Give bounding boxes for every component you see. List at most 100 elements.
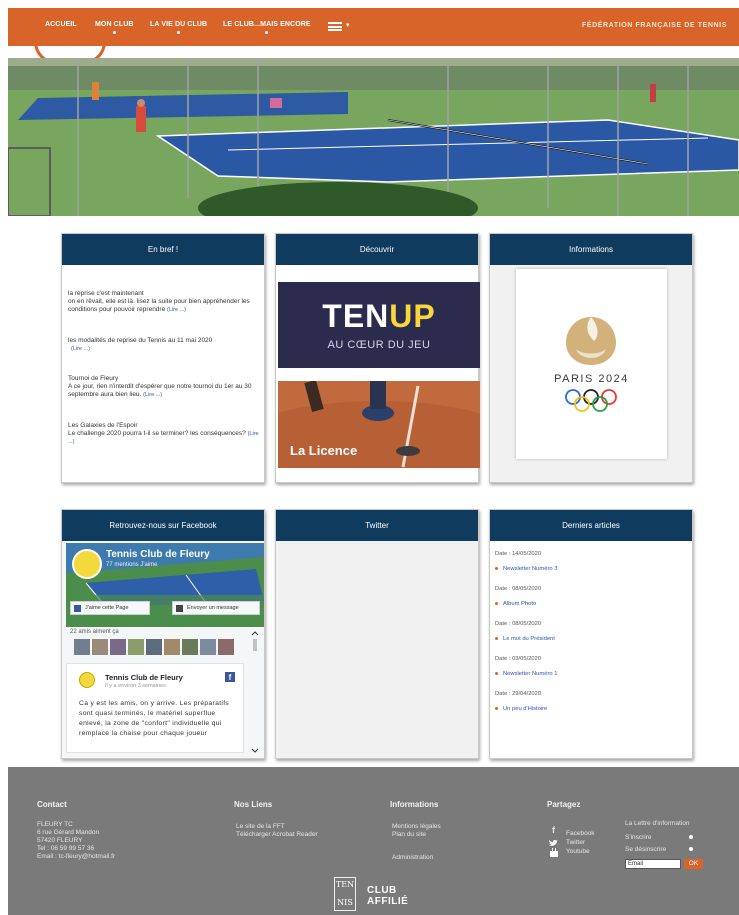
article-link[interactable]: Newsletter Numéro 1 xyxy=(495,671,557,677)
footer-link-fft[interactable]: Le site de la FFT xyxy=(236,823,285,831)
facebook-page-name[interactable]: Tennis Club de Fleury xyxy=(106,549,210,560)
youtube-icon[interactable] xyxy=(550,848,558,857)
nav-vie-du-club[interactable]: LA VIE DU CLUB xyxy=(150,21,207,34)
facebook-like-button[interactable]: J'aime cette Page xyxy=(70,601,150,615)
facebook-like-label: J'aime cette Page xyxy=(85,605,129,611)
club-affilie-line1: CLUB xyxy=(367,885,397,896)
facebook-message-button[interactable]: Envoyer un message xyxy=(172,601,260,615)
tenup-tagline: AU CŒUR DU JEU xyxy=(327,339,431,351)
newsletter-unsubscribe-radio[interactable] xyxy=(689,847,693,851)
footer-contact-email[interactable]: Email : tc-fleury@hotmail.fr xyxy=(37,853,115,861)
article-link[interactable]: Album Photo xyxy=(495,601,536,607)
federation-link[interactable]: FÉDÉRATION FRANÇAISE DE TENNIS xyxy=(582,22,727,29)
facebook-post-text: Ca y est les amis, on y arrive. Les prép… xyxy=(79,700,230,737)
article-link[interactable]: Un peu d'Histoire xyxy=(495,706,547,712)
nav-club-mais-encore-label: LE CLUB...MAIS ENCORE xyxy=(223,21,311,28)
footer-informations-heading: Informations xyxy=(390,800,439,809)
newsletter-ok-button[interactable]: OK xyxy=(684,859,703,869)
nav-mon-club[interactable]: MON CLUB xyxy=(95,21,134,34)
newsletter-unsubscribe-label: Se désinscrire xyxy=(625,846,667,853)
facebook-post-author[interactable]: Tennis Club de Fleury xyxy=(105,673,183,682)
footer-liens-heading: Nos Liens xyxy=(234,800,273,809)
read-more-link[interactable]: (Lire ...) xyxy=(68,346,90,352)
nav-club-mais-encore[interactable]: LE CLUB...MAIS ENCORE xyxy=(223,21,311,34)
newsletter-subscribe-radio[interactable] xyxy=(689,835,693,839)
footer-contact-line: FLEURY TC xyxy=(37,821,73,828)
friend-avatar[interactable] xyxy=(218,639,234,655)
article-link[interactable]: Le mot du Président xyxy=(495,636,555,642)
chevron-down-icon xyxy=(265,31,269,34)
newsletter-email-input[interactable]: Email xyxy=(625,859,681,869)
share-facebook-link[interactable]: Facebook xyxy=(566,830,595,838)
friend-avatar[interactable] xyxy=(200,639,216,655)
friend-avatar[interactable] xyxy=(164,639,180,655)
menu-icon[interactable] xyxy=(328,22,342,31)
article-link[interactable]: Newsletter Numéro 3 xyxy=(495,566,557,572)
panel-decouvrir-title: Découvrir xyxy=(276,234,478,265)
bullet-icon xyxy=(495,671,498,675)
top-nav: ACCUEIL MON CLUB LA VIE DU CLUB LE CLUB.… xyxy=(8,8,739,64)
facebook-friends-count: 22 amis aiment ça xyxy=(70,629,119,635)
article-date: Date : 03/05/2020 xyxy=(495,656,542,662)
panel-informations: Informations PARIS 2024 xyxy=(489,233,693,483)
friend-avatar[interactable] xyxy=(128,639,144,655)
club-logo-bottom: NIS xyxy=(337,898,353,907)
friend-avatar[interactable] xyxy=(92,639,108,655)
licence-banner[interactable]: La Licence xyxy=(278,381,480,468)
facebook-icon[interactable]: f xyxy=(552,826,555,835)
read-more-link[interactable]: (Lire ...) xyxy=(143,392,162,398)
footer-link-acrobat[interactable]: Télécharger Acrobat Reader xyxy=(236,831,318,839)
menu-chevron-icon[interactable]: ▾ xyxy=(346,21,350,29)
article-title: Le mot du Président xyxy=(503,636,555,642)
friend-avatar[interactable] xyxy=(110,639,126,655)
nav-mon-club-label: MON CLUB xyxy=(95,21,134,28)
bullet-icon xyxy=(495,706,498,710)
club-affilie-label: CLUB AFFILIÉ xyxy=(367,885,408,907)
facebook-cover[interactable]: Tennis Club de Fleury 77 mentions J'aime… xyxy=(66,543,264,627)
panel-en-bref-title: En bref ! xyxy=(62,234,264,265)
footer: Contact FLEURY TC 6 rue Gérard Mandon 57… xyxy=(8,767,739,915)
share-youtube-link[interactable]: Youtube xyxy=(566,848,590,856)
friend-avatar[interactable] xyxy=(146,639,162,655)
tenup-logo: TENUP xyxy=(278,298,480,335)
facebook-scrollbar[interactable] xyxy=(250,629,260,755)
friend-avatar[interactable] xyxy=(182,639,198,655)
article-date: Date : 08/05/2020 xyxy=(495,621,542,627)
panel-twitter: Twitter xyxy=(275,509,479,759)
hero-image xyxy=(8,58,739,216)
facebook-icon[interactable]: f xyxy=(225,672,235,682)
footer-contact-line: 6 rue Gérard Mandon xyxy=(37,829,100,836)
bullet-icon xyxy=(495,636,498,640)
read-more-link[interactable]: (Lire ...) xyxy=(167,307,186,313)
chevron-down-icon xyxy=(112,31,116,34)
article-title: Un peu d'Histoire xyxy=(503,706,548,712)
share-twitter-link[interactable]: Twitter xyxy=(566,839,585,847)
bullet-icon xyxy=(495,566,498,570)
footer-link-mentions[interactable]: Mentions légales xyxy=(392,823,441,831)
facebook-avatar xyxy=(72,549,102,579)
article-title: Newsletter Numéro 1 xyxy=(503,671,558,677)
tenup-up-text: UP xyxy=(389,298,436,334)
panel-informations-title: Informations xyxy=(490,234,692,265)
nav-accueil[interactable]: ACCUEIL xyxy=(45,21,77,28)
bullet-icon xyxy=(495,601,498,605)
nav-accueil-label: ACCUEIL xyxy=(45,21,77,28)
tenup-banner[interactable]: TENUP AU CŒUR DU JEU xyxy=(278,282,480,368)
tennis-club-logo: TEN NIS xyxy=(334,877,356,911)
bref-item: Les Galaxies de l'Espoir Le challenge 20… xyxy=(68,422,260,447)
bref-item-title: Les Galaxies de l'Espoir xyxy=(68,422,138,429)
facebook-post: Tennis Club de Fleury Il y a environ 3 s… xyxy=(66,663,244,753)
footer-contact-heading: Contact xyxy=(37,800,67,809)
twitter-icon[interactable] xyxy=(549,840,558,847)
panel-twitter-title: Twitter xyxy=(276,510,478,541)
footer-link-admin[interactable]: Administration xyxy=(392,854,433,862)
footer-link-plan[interactable]: Plan du site xyxy=(392,831,426,839)
bref-item-title: les modalités de reprise du Tennis au 11… xyxy=(68,337,213,344)
facebook-message-label: Envoyer un message xyxy=(187,605,239,611)
friend-avatar[interactable] xyxy=(74,639,90,655)
panel-decouvrir: Découvrir TENUP AU CŒUR DU JEU La Licenc… xyxy=(275,233,480,483)
paris-2024-logo[interactable]: PARIS 2024 xyxy=(516,269,667,459)
bref-item-text: Le challenge 2020 pourra t-il se termine… xyxy=(68,430,246,438)
footer-contact-line: 57420 FLEURY xyxy=(37,837,83,844)
nav-vie-du-club-label: LA VIE DU CLUB xyxy=(150,21,208,28)
